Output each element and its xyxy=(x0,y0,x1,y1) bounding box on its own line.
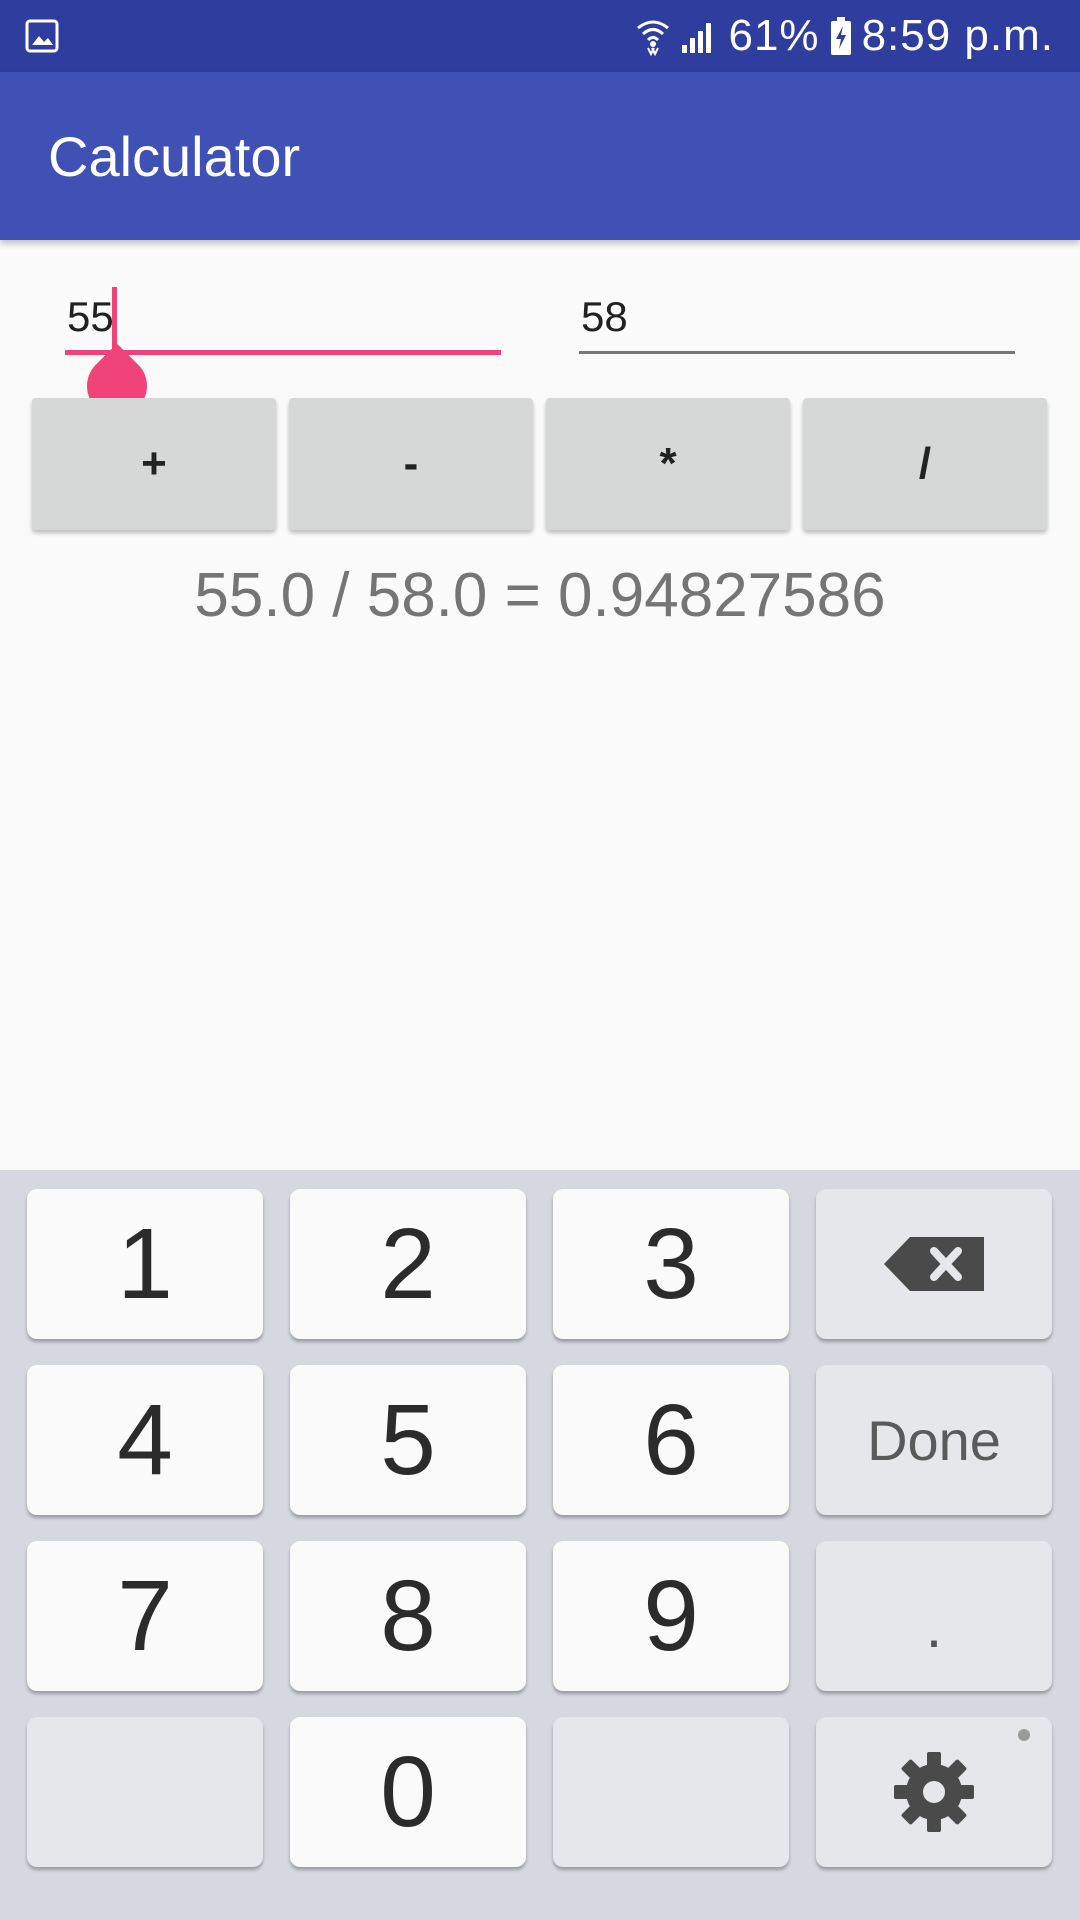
key-4[interactable]: 4 xyxy=(27,1365,263,1515)
gallery-icon xyxy=(25,19,59,53)
add-button[interactable]: + xyxy=(32,398,276,530)
key-8[interactable]: 8 xyxy=(290,1541,526,1691)
divide-button[interactable]: / xyxy=(803,398,1047,530)
key-7[interactable]: 7 xyxy=(27,1541,263,1691)
second-number-value: 58 xyxy=(581,293,628,340)
key-6[interactable]: 6 xyxy=(553,1365,789,1515)
backspace-key[interactable] xyxy=(816,1189,1052,1339)
second-number-field[interactable]: 58 xyxy=(579,285,1015,355)
result-text: 55.0 / 58.0 = 0.94827586 xyxy=(194,561,886,630)
backspace-icon xyxy=(884,1237,984,1291)
battery-percent: 61% xyxy=(728,11,820,60)
wifi-icon xyxy=(637,20,670,56)
field-underline xyxy=(579,351,1015,354)
status-bar: 61% 8:59 p.m. xyxy=(0,0,1080,72)
key-5[interactable]: 5 xyxy=(290,1365,526,1515)
key-3[interactable]: 3 xyxy=(553,1189,789,1339)
blank-key-left[interactable] xyxy=(27,1717,263,1867)
numeric-keyboard: 1 2 3 4 5 6 Done 7 8 9 . 0 xyxy=(0,1170,1080,1920)
first-number-field[interactable]: 55 xyxy=(65,285,501,355)
decimal-key[interactable]: . xyxy=(816,1541,1052,1691)
key-9[interactable]: 9 xyxy=(553,1541,789,1691)
signal-icon xyxy=(682,23,712,53)
settings-key[interactable] xyxy=(816,1717,1052,1867)
battery-charging-icon xyxy=(830,17,851,55)
multiply-button[interactable]: * xyxy=(546,398,790,530)
key-0[interactable]: 0 xyxy=(290,1717,526,1867)
status-right: 61% 8:59 p.m. xyxy=(636,0,1054,72)
text-cursor xyxy=(112,287,117,349)
indicator-dot xyxy=(1018,1729,1030,1741)
operator-buttons: + - * / xyxy=(32,398,1048,532)
first-number-value: 55 xyxy=(67,293,114,340)
gear-icon xyxy=(894,1752,974,1832)
subtract-button[interactable]: - xyxy=(289,398,533,530)
done-key[interactable]: Done xyxy=(816,1365,1052,1515)
clock: 8:59 p.m. xyxy=(861,11,1054,60)
blank-key-right[interactable] xyxy=(553,1717,789,1867)
app-title: Calculator xyxy=(48,125,301,188)
active-underline xyxy=(65,350,501,355)
key-1[interactable]: 1 xyxy=(27,1189,263,1339)
key-2[interactable]: 2 xyxy=(290,1189,526,1339)
app-bar: Calculator xyxy=(0,72,1080,240)
